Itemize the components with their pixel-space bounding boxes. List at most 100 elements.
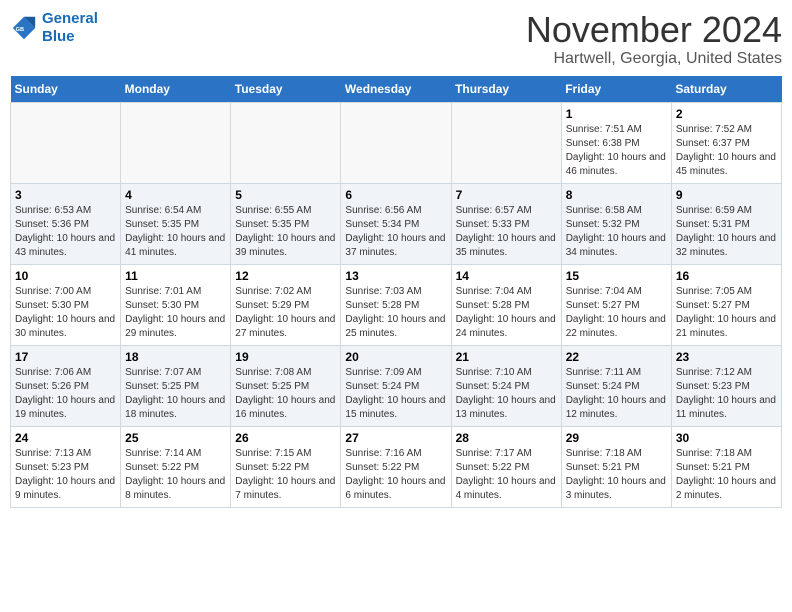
- calendar-cell: 27 Sunrise: 7:16 AM Sunset: 5:22 PM Dayli…: [341, 426, 451, 507]
- calendar-cell: 4 Sunrise: 6:54 AM Sunset: 5:35 PM Daylig…: [121, 183, 231, 264]
- day-number: 28: [456, 431, 557, 445]
- logo-line1: General: [42, 10, 98, 27]
- week-row-5: 24 Sunrise: 7:13 AM Sunset: 5:23 PM Dayli…: [11, 426, 782, 507]
- calendar-cell: 6 Sunrise: 6:56 AM Sunset: 5:34 PM Daylig…: [341, 183, 451, 264]
- logo-text: General Blue: [42, 10, 98, 46]
- calendar-cell: 1Sunrise: 7:51 AM Sunset: 6:38 PM Daylig…: [561, 102, 671, 183]
- day-number: 24: [15, 431, 116, 445]
- day-number: 29: [566, 431, 667, 445]
- day-number: 18: [125, 350, 226, 364]
- day-number: 15: [566, 269, 667, 283]
- calendar-cell: 13 Sunrise: 7:03 AM Sunset: 5:28 PM Dayli…: [341, 264, 451, 345]
- day-info: Sunrise: 7:06 AM Sunset: 5:26 PM Dayligh…: [15, 366, 116, 422]
- day-info: Sunrise: 7:03 AM Sunset: 5:28 PM Dayligh…: [345, 285, 446, 341]
- day-number: 2: [676, 107, 777, 121]
- day-number: 25: [125, 431, 226, 445]
- day-number: 17: [15, 350, 116, 364]
- day-number: 21: [456, 350, 557, 364]
- day-info: Sunrise: 7:05 AM Sunset: 5:27 PM Dayligh…: [676, 285, 777, 341]
- header-cell-saturday: Saturday: [671, 76, 781, 103]
- calendar-cell: 18 Sunrise: 7:07 AM Sunset: 5:25 PM Dayli…: [121, 345, 231, 426]
- calendar-cell: 9Sunrise: 6:59 AM Sunset: 5:31 PM Daylig…: [671, 183, 781, 264]
- day-number: 12: [235, 269, 336, 283]
- calendar-cell: 8 Sunrise: 6:58 AM Sunset: 5:32 PM Daylig…: [561, 183, 671, 264]
- day-info: Sunrise: 6:53 AM Sunset: 5:36 PM Dayligh…: [15, 204, 116, 260]
- calendar-cell: 19Sunrise: 7:08 AM Sunset: 5:25 PM Dayli…: [231, 345, 341, 426]
- day-info: Sunrise: 7:12 AM Sunset: 5:23 PM Dayligh…: [676, 366, 777, 422]
- day-info: Sunrise: 7:07 AM Sunset: 5:25 PM Dayligh…: [125, 366, 226, 422]
- day-number: 6: [345, 188, 446, 202]
- day-info: Sunrise: 7:51 AM Sunset: 6:38 PM Dayligh…: [566, 123, 667, 179]
- logo-line2: Blue: [42, 28, 75, 45]
- day-info: Sunrise: 6:58 AM Sunset: 5:32 PM Dayligh…: [566, 204, 667, 260]
- calendar-cell: 26 Sunrise: 7:15 AM Sunset: 5:22 PM Dayli…: [231, 426, 341, 507]
- day-info: Sunrise: 7:16 AM Sunset: 5:22 PM Dayligh…: [345, 447, 446, 503]
- day-info: Sunrise: 6:54 AM Sunset: 5:35 PM Dayligh…: [125, 204, 226, 260]
- calendar-cell: 2 Sunrise: 7:52 AM Sunset: 6:37 PM Daylig…: [671, 102, 781, 183]
- day-info: Sunrise: 7:04 AM Sunset: 5:27 PM Dayligh…: [566, 285, 667, 341]
- calendar-cell: 11 Sunrise: 7:01 AM Sunset: 5:30 PM Dayli…: [121, 264, 231, 345]
- calendar-cell: [121, 102, 231, 183]
- logo-icon: GB: [10, 14, 38, 42]
- day-number: 4: [125, 188, 226, 202]
- calendar-cell: 30Sunrise: 7:18 AM Sunset: 5:21 PM Dayli…: [671, 426, 781, 507]
- day-number: 9: [676, 188, 777, 202]
- calendar-cell: 23 Sunrise: 7:12 AM Sunset: 5:23 PM Dayli…: [671, 345, 781, 426]
- day-number: 27: [345, 431, 446, 445]
- title-block: November 2024 Hartwell, Georgia, United …: [526, 10, 782, 68]
- calendar-table: SundayMondayTuesdayWednesdayThursdayFrid…: [10, 76, 782, 508]
- day-number: 8: [566, 188, 667, 202]
- calendar-cell: 12Sunrise: 7:02 AM Sunset: 5:29 PM Dayli…: [231, 264, 341, 345]
- logo: GB General Blue: [10, 10, 98, 46]
- day-info: Sunrise: 7:01 AM Sunset: 5:30 PM Dayligh…: [125, 285, 226, 341]
- day-number: 22: [566, 350, 667, 364]
- day-info: Sunrise: 7:09 AM Sunset: 5:24 PM Dayligh…: [345, 366, 446, 422]
- header-cell-monday: Monday: [121, 76, 231, 103]
- header-cell-sunday: Sunday: [11, 76, 121, 103]
- calendar-cell: 20 Sunrise: 7:09 AM Sunset: 5:24 PM Dayli…: [341, 345, 451, 426]
- day-info: Sunrise: 7:08 AM Sunset: 5:25 PM Dayligh…: [235, 366, 336, 422]
- day-info: Sunrise: 7:13 AM Sunset: 5:23 PM Dayligh…: [15, 447, 116, 503]
- header-cell-wednesday: Wednesday: [341, 76, 451, 103]
- day-info: Sunrise: 7:52 AM Sunset: 6:37 PM Dayligh…: [676, 123, 777, 179]
- header-cell-friday: Friday: [561, 76, 671, 103]
- calendar-cell: 16 Sunrise: 7:05 AM Sunset: 5:27 PM Dayli…: [671, 264, 781, 345]
- calendar-cell: 10 Sunrise: 7:00 AM Sunset: 5:30 PM Dayli…: [11, 264, 121, 345]
- week-row-3: 10 Sunrise: 7:00 AM Sunset: 5:30 PM Dayli…: [11, 264, 782, 345]
- calendar-cell: 21 Sunrise: 7:10 AM Sunset: 5:24 PM Dayli…: [451, 345, 561, 426]
- header-cell-thursday: Thursday: [451, 76, 561, 103]
- day-info: Sunrise: 6:57 AM Sunset: 5:33 PM Dayligh…: [456, 204, 557, 260]
- day-info: Sunrise: 6:55 AM Sunset: 5:35 PM Dayligh…: [235, 204, 336, 260]
- day-info: Sunrise: 7:14 AM Sunset: 5:22 PM Dayligh…: [125, 447, 226, 503]
- day-info: Sunrise: 6:56 AM Sunset: 5:34 PM Dayligh…: [345, 204, 446, 260]
- calendar-cell: 7Sunrise: 6:57 AM Sunset: 5:33 PM Daylig…: [451, 183, 561, 264]
- day-number: 23: [676, 350, 777, 364]
- day-info: Sunrise: 7:11 AM Sunset: 5:24 PM Dayligh…: [566, 366, 667, 422]
- day-number: 10: [15, 269, 116, 283]
- calendar-cell: 24 Sunrise: 7:13 AM Sunset: 5:23 PM Dayli…: [11, 426, 121, 507]
- week-row-2: 3 Sunrise: 6:53 AM Sunset: 5:36 PM Daylig…: [11, 183, 782, 264]
- day-info: Sunrise: 7:10 AM Sunset: 5:24 PM Dayligh…: [456, 366, 557, 422]
- calendar-cell: [451, 102, 561, 183]
- calendar-cell: 14Sunrise: 7:04 AM Sunset: 5:28 PM Dayli…: [451, 264, 561, 345]
- subtitle: Hartwell, Georgia, United States: [526, 50, 782, 68]
- svg-text:GB: GB: [16, 27, 24, 33]
- calendar-body: 1Sunrise: 7:51 AM Sunset: 6:38 PM Daylig…: [11, 102, 782, 507]
- day-number: 20: [345, 350, 446, 364]
- day-number: 5: [235, 188, 336, 202]
- day-number: 26: [235, 431, 336, 445]
- header-cell-tuesday: Tuesday: [231, 76, 341, 103]
- calendar-header: SundayMondayTuesdayWednesdayThursdayFrid…: [11, 76, 782, 103]
- day-number: 11: [125, 269, 226, 283]
- day-number: 16: [676, 269, 777, 283]
- main-title: November 2024: [526, 10, 782, 50]
- calendar-cell: 29Sunrise: 7:18 AM Sunset: 5:21 PM Dayli…: [561, 426, 671, 507]
- calendar-cell: [231, 102, 341, 183]
- day-info: Sunrise: 7:15 AM Sunset: 5:22 PM Dayligh…: [235, 447, 336, 503]
- day-number: 13: [345, 269, 446, 283]
- calendar-cell: 3 Sunrise: 6:53 AM Sunset: 5:36 PM Daylig…: [11, 183, 121, 264]
- calendar-cell: [11, 102, 121, 183]
- day-info: Sunrise: 7:00 AM Sunset: 5:30 PM Dayligh…: [15, 285, 116, 341]
- calendar-cell: 15 Sunrise: 7:04 AM Sunset: 5:27 PM Dayli…: [561, 264, 671, 345]
- day-number: 3: [15, 188, 116, 202]
